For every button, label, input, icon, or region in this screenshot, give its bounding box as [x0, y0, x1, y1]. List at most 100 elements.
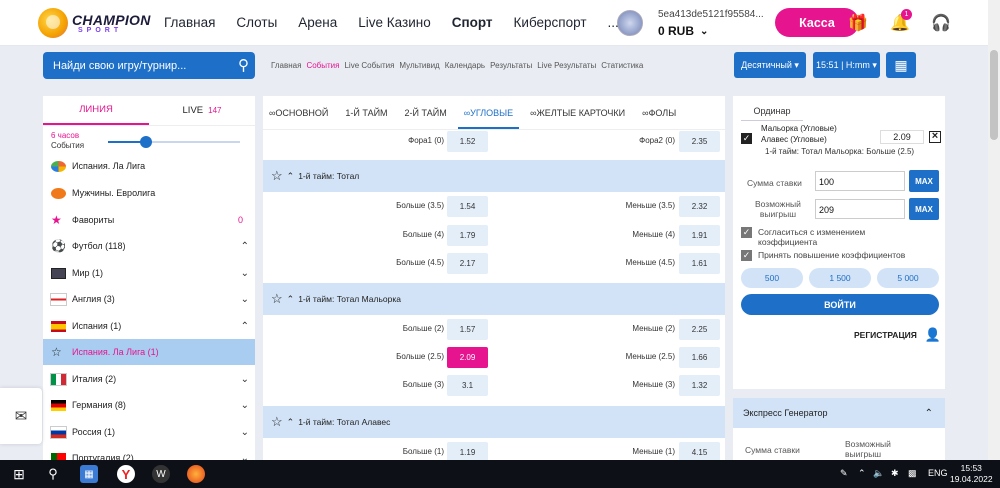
odds-button[interactable]: 3.1	[447, 375, 488, 396]
odds-button[interactable]: 1.57	[447, 319, 488, 340]
bluetooth-icon[interactable]: ✱	[891, 468, 899, 479]
slider-knob[interactable]	[140, 136, 152, 148]
tab-first-half[interactable]: 1-Й ТАЙМ	[345, 108, 387, 118]
search-icon[interactable]: ⚲	[44, 465, 62, 483]
sidebar-item-football[interactable]: ⚽ Футбол (118) ⌃	[43, 233, 255, 259]
chevron-down-icon[interactable]: ⌄	[700, 26, 708, 37]
nav-sport[interactable]: Спорт	[452, 15, 493, 30]
windows-start-icon[interactable]: ⊞	[10, 465, 28, 483]
market-header[interactable]: ☆ ⌃ 1-й тайм: Тотал Мальорка	[263, 283, 725, 315]
chevron-down-icon[interactable]: ⌄	[241, 294, 249, 305]
chevron-up-icon[interactable]: ⌃	[287, 417, 295, 428]
tab-yellow-cards[interactable]: ∞ЖЕЛТЫЕ КАРТОЧКИ	[530, 108, 625, 118]
chevron-up-icon[interactable]: ⌃	[241, 321, 249, 332]
quick-stake-500[interactable]: 500	[741, 268, 803, 288]
nav-esports[interactable]: Киберспорт	[514, 15, 587, 30]
tab-single[interactable]: Ординар	[741, 101, 803, 121]
language-indicator[interactable]: ENG	[928, 468, 948, 478]
sidebar-item-russia[interactable]: Россия (1) ⌄	[43, 419, 255, 445]
odds-button[interactable]: 2.17	[447, 253, 488, 274]
sidebar-item-world[interactable]: Мир (1) ⌄	[43, 260, 255, 286]
odds-button[interactable]: 1.32	[679, 375, 720, 396]
avatar[interactable]	[617, 10, 643, 36]
chevron-down-icon[interactable]: ⌄	[241, 268, 249, 279]
odds-button[interactable]: 2.25	[679, 319, 720, 340]
sidebar-item-favorites[interactable]: ★ Фавориты 0	[43, 207, 255, 233]
odds-button[interactable]: 1.91	[679, 225, 720, 246]
chevron-down-icon[interactable]: ⌄	[241, 374, 249, 385]
crumb-events[interactable]: События	[306, 61, 339, 70]
sidebar-item-spain-laliga[interactable]: ☆ Испания. Ла Лига (1)	[43, 339, 255, 365]
odds-button[interactable]: 1.19	[447, 442, 488, 460]
register-link[interactable]: РЕГИСТРАЦИЯ 👤	[854, 327, 941, 343]
star-outline-icon[interactable]: ☆	[271, 168, 283, 184]
nav-live-casino[interactable]: Live Казино	[358, 15, 430, 30]
crumb-live-results[interactable]: Live Результаты	[537, 61, 596, 70]
tab-live[interactable]: LIVE 147	[149, 96, 255, 125]
market-header[interactable]: ☆ ⌃ 1-й тайм: Тотал	[263, 160, 725, 192]
checkbox-checked-icon[interactable]: ✓	[741, 250, 752, 261]
crumb-results[interactable]: Результаты	[490, 61, 532, 70]
feedback-mail-button[interactable]: ✉	[0, 388, 42, 444]
pen-icon[interactable]: ✎	[840, 468, 848, 479]
logo[interactable]: CHAMPION SPORT	[38, 8, 151, 38]
odds-button[interactable]: 1.61	[679, 253, 720, 274]
tab-corners[interactable]: ∞УГЛОВЫЕ	[457, 108, 520, 129]
odds-button-selected[interactable]: 2.09	[447, 347, 488, 368]
max-stake-button[interactable]: MAX	[909, 170, 939, 192]
odds-button[interactable]: 1.66	[679, 347, 720, 368]
firefox-icon[interactable]	[187, 465, 205, 483]
chevron-up-icon[interactable]: ⌃	[287, 294, 295, 305]
kassa-button[interactable]: Касса	[775, 8, 859, 37]
clock[interactable]: 15:53 19.04.2022	[950, 463, 993, 485]
crumb-statistics[interactable]: Статистика	[601, 61, 643, 70]
time-format-select[interactable]: 15:51 | H:mm ▾	[813, 52, 880, 78]
crumb-home[interactable]: Главная	[271, 61, 301, 70]
chevron-up-icon[interactable]: ⌃	[241, 241, 249, 252]
time-slider[interactable]	[108, 136, 240, 148]
odds-format-select[interactable]: Десятичный ▾	[734, 52, 806, 78]
sidebar-item-laliga[interactable]: Испания. Ла Лига	[43, 153, 255, 179]
yandex-browser-icon[interactable]: Y	[117, 465, 135, 483]
gift-icon[interactable]: 🎁	[848, 13, 868, 33]
odds-button[interactable]: 1.79	[447, 225, 488, 246]
search-icon[interactable]: ⚲	[238, 56, 249, 74]
star-outline-icon[interactable]: ☆	[271, 414, 283, 430]
market-header[interactable]: ☆ ⌃ 1-й тайм: Тотал Алавес	[263, 406, 725, 438]
nav-home[interactable]: Главная	[164, 15, 215, 30]
sidebar-item-italy[interactable]: Италия (2) ⌄	[43, 366, 255, 392]
search-input[interactable]: Найди свою игру/турнир... ⚲	[43, 52, 255, 79]
express-header[interactable]: Экспресс Генератор ⌃	[733, 398, 945, 428]
sidebar-item-spain[interactable]: Испания (1) ⌃	[43, 313, 255, 339]
nav-slots[interactable]: Слоты	[236, 15, 277, 30]
calculator-icon[interactable]: ▦	[886, 52, 916, 78]
star-outline-icon[interactable]: ☆	[271, 291, 283, 307]
w-app-icon[interactable]: W	[152, 465, 170, 483]
support-headset-icon[interactable]: 🎧	[931, 13, 951, 33]
tab-second-half[interactable]: 2-Й ТАЙМ	[405, 108, 447, 118]
crumb-multiview[interactable]: Мультивид	[399, 61, 439, 70]
close-icon[interactable]: ×	[929, 131, 941, 143]
odds-button[interactable]: 1.54	[447, 196, 488, 217]
chevron-down-icon[interactable]: ⌄	[241, 427, 249, 438]
crumb-live-events[interactable]: Live События	[344, 61, 394, 70]
agree-change-checkbox[interactable]: ✓ Согласиться с изменением коэффициента	[741, 227, 865, 247]
chevron-up-icon[interactable]: ⌃	[925, 408, 933, 419]
odds-button[interactable]: 2.35	[679, 131, 720, 152]
crumb-calendar[interactable]: Календарь	[445, 61, 485, 70]
tab-fouls[interactable]: ∞ФОЛЫ	[642, 108, 676, 118]
accept-increase-checkbox[interactable]: ✓ Принять повышение коэффициентов	[741, 250, 905, 261]
sidebar-item-germany[interactable]: Германия (8) ⌄	[43, 392, 255, 418]
chevron-up-icon[interactable]: ⌃	[858, 468, 866, 479]
nav-arena[interactable]: Арена	[298, 15, 337, 30]
odds-button[interactable]: 1.52	[447, 131, 488, 152]
page-scrollbar[interactable]	[988, 0, 1000, 460]
bet-checkbox[interactable]: ✓	[741, 133, 752, 144]
star-outline-icon[interactable]: ☆	[51, 346, 66, 358]
tab-main[interactable]: ∞ОСНОВНОЙ	[269, 108, 328, 118]
odds-button[interactable]: 4.15	[679, 442, 720, 460]
volume-icon[interactable]: 🔈	[873, 468, 884, 479]
user-info[interactable]: 5ea413de5121f95584... 0 RUB ⌄	[658, 9, 764, 38]
win-input[interactable]: 209	[815, 199, 905, 219]
checkbox-checked-icon[interactable]: ✓	[741, 227, 752, 238]
